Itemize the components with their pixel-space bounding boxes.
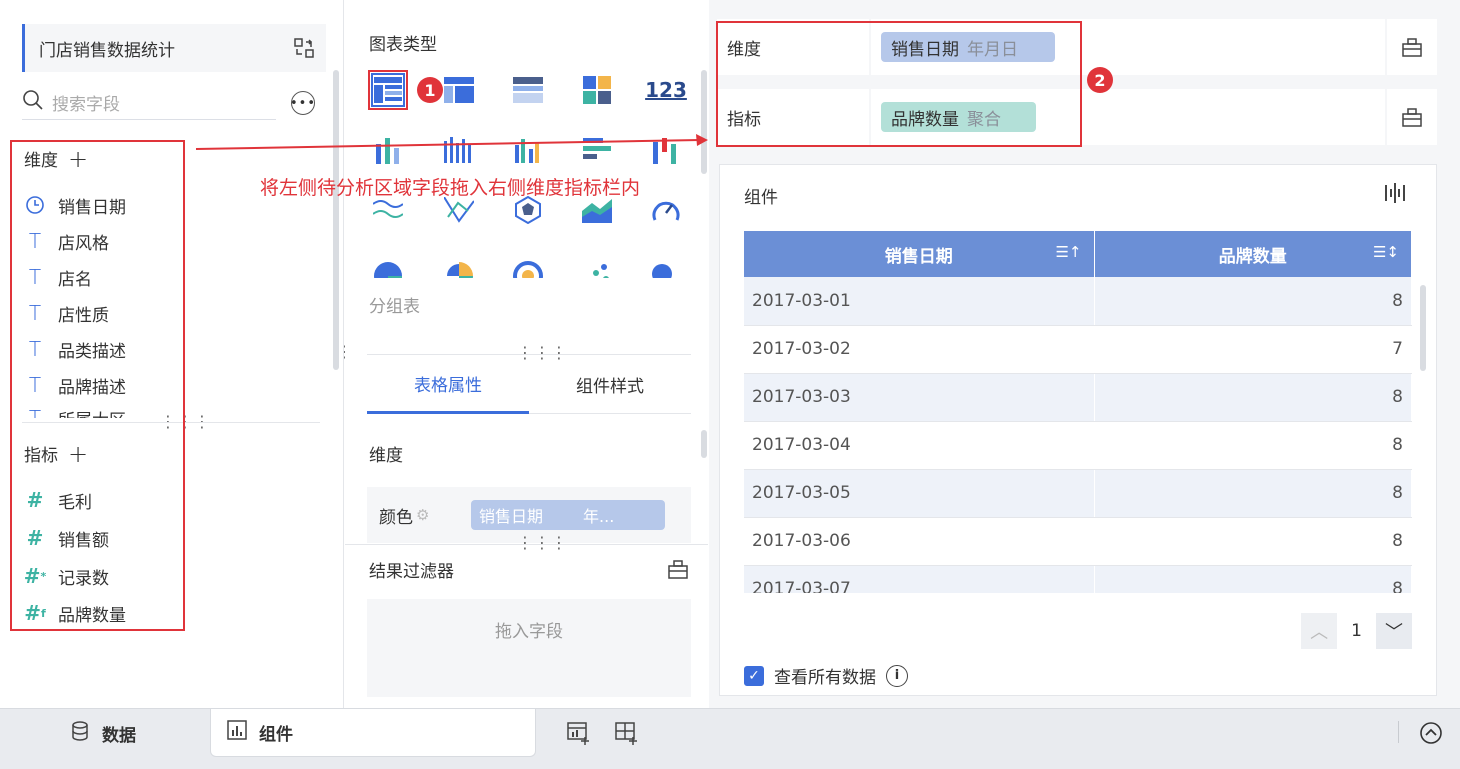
next-page-button[interactable]: ﹀ [1376, 613, 1412, 649]
prev-page-button[interactable]: ︿ [1301, 613, 1338, 649]
selected-chart-type-label: 分组表 [369, 297, 420, 317]
chart-icon-row-clipped [345, 250, 708, 278]
table-row: 2017-03-06 8 [744, 517, 1412, 566]
data-table: 销售日期 ☰↑ 品牌数量 ☰↕ 2017-03-01 8 2017-03-02 7 … [744, 231, 1412, 593]
detail-table-chart-icon[interactable] [508, 70, 548, 110]
measure-row-config-icon[interactable] [1385, 89, 1437, 145]
database-icon [70, 720, 90, 746]
view-all-label: 查看所有数据 [774, 668, 876, 688]
sort-asc-icon[interactable]: ☰↑ [1055, 243, 1081, 261]
table-cell: 2017-03-07 [744, 565, 1095, 593]
filter-config-icon[interactable] [668, 559, 688, 584]
table-viewport: 销售日期 ☰↑ 品牌数量 ☰↕ 2017-03-01 8 2017-03-02 7 … [720, 165, 1438, 593]
dimension-row-config-icon[interactable] [1385, 19, 1437, 75]
dimension-property-label: 维度 [369, 446, 403, 466]
add-dashboard-icon[interactable] [615, 721, 639, 750]
table-cell: 7 [1094, 325, 1412, 374]
color-field-name: 销售日期 [479, 507, 544, 526]
field-panel: 门店销售数据统计 搜索字段 ••• 维度 + 销售日期 T 店风格 T 店名 T… [0, 0, 344, 708]
table-row: 2017-03-02 7 [744, 325, 1412, 374]
view-all-checkbox[interactable]: ✓ [744, 665, 764, 686]
table-row: 2017-03-04 8 [744, 421, 1412, 470]
table-cell: 8 [1094, 469, 1412, 518]
settings-icon[interactable]: ⚙ [416, 506, 429, 524]
filter-drop-placeholder: 拖入字段 [495, 622, 563, 642]
collapse-up-icon[interactable] [1419, 721, 1443, 750]
annotation-badge-2: 2 [1087, 67, 1113, 93]
tab-data[interactable]: 数据 [70, 709, 136, 757]
scatter-chart-icon[interactable] [577, 256, 617, 278]
component-preview: 组件 销售日期 ☰↑ 品牌数量 ☰↕ 2017-03-01 8 2017-03-… [719, 164, 1437, 696]
table-row: 2017-03-01 8 [744, 277, 1412, 326]
sort-icon[interactable]: ☰↕ [1373, 243, 1399, 261]
color-label: 颜色 [379, 507, 413, 528]
bubble-chart-icon[interactable] [646, 256, 686, 278]
property-scrollbar[interactable] [701, 430, 707, 458]
chart-config-panel: 图表类型 123 分组表 ⋮⋮⋮ 表格属性 组件样式 维度 颜色 ⚙ 销售日期 … [345, 0, 708, 708]
property-tabs: 表格属性 组件样式 [367, 354, 691, 414]
table-cell: 2017-03-06 [744, 517, 1095, 566]
annotation-box-fields [10, 140, 185, 631]
table-cell: 2017-03-05 [744, 469, 1095, 518]
table-cell: 8 [1094, 277, 1412, 326]
color-field-sub: 年... [583, 507, 615, 526]
column-header-brand-count[interactable]: 品牌数量 ☰↕ [1094, 231, 1412, 277]
number-chart-icon[interactable]: 123 [645, 70, 687, 110]
filter-drop-zone[interactable]: 拖入字段 [367, 599, 691, 697]
table-cell: 8 [1094, 517, 1412, 566]
annotation-arrow-icon [195, 134, 708, 150]
table-row: 2017-03-05 8 [744, 469, 1412, 518]
tab-component[interactable]: 组件 [210, 709, 536, 757]
table-row: 2017-03-07 8 [744, 565, 1412, 593]
kpi-card-chart-icon[interactable] [577, 70, 617, 110]
annotation-box-drop-rows [716, 21, 1082, 147]
table-cell: 2017-03-03 [744, 373, 1095, 422]
table-row: 2017-03-03 8 [744, 373, 1412, 422]
table-cell: 2017-03-02 [744, 325, 1095, 374]
table-cell: 2017-03-01 [744, 277, 1095, 326]
result-filter-section: 结果过滤器 拖入字段 [345, 544, 708, 708]
table-cell: 2017-03-04 [744, 421, 1095, 470]
tab-data-label: 数据 [102, 725, 136, 746]
pie-chart-icon[interactable] [368, 256, 408, 278]
view-all-row: ✓ 查看所有数据 i [744, 663, 908, 688]
cross-table-chart-icon[interactable] [439, 70, 479, 110]
gauge-chart-icon[interactable] [646, 190, 686, 230]
annotation-badge-1: 1 [417, 77, 443, 103]
tab-table-properties[interactable]: 表格属性 [367, 355, 529, 414]
component-editor: 维度 销售日期 年月日 指标 品牌数量 聚合 组件 销售日期 ☰↑ 品牌数量 ☰… [709, 0, 1460, 708]
color-field-pill[interactable]: 销售日期 年... [471, 500, 665, 530]
multilayer-pie-chart-icon[interactable] [508, 256, 548, 278]
rose-chart-icon[interactable] [439, 256, 479, 278]
add-table-icon[interactable] [567, 721, 591, 750]
table-cell: 8 [1094, 421, 1412, 470]
bar-chart-icon [227, 720, 247, 745]
pagination: ︿ 1 ﹀ [1301, 613, 1412, 649]
tab-component-style[interactable]: 组件样式 [529, 355, 691, 414]
column-header-date[interactable]: 销售日期 ☰↑ [744, 231, 1095, 277]
tab-component-label: 组件 [259, 725, 293, 745]
group-table-chart-icon[interactable] [368, 70, 408, 110]
column-header-label: 品牌数量 [1218, 246, 1287, 267]
page-number: 1 [1351, 621, 1362, 641]
table-cell: 8 [1094, 373, 1412, 422]
table-scrollbar[interactable] [1420, 285, 1426, 371]
scrollbar[interactable] [333, 70, 339, 370]
column-header-label: 销售日期 [884, 246, 953, 267]
bottom-divider [1398, 721, 1399, 743]
annotation-instruction: 将左侧待分析区域字段拖入右侧维度指标栏内 [260, 177, 641, 199]
table-cell: 8 [1094, 565, 1412, 593]
result-filter-title: 结果过滤器 [369, 562, 454, 582]
table-header-row: 销售日期 ☰↑ 品牌数量 ☰↕ [744, 231, 1412, 277]
bottom-tab-bar: 数据 组件 [0, 708, 1460, 769]
chart-type-title: 图表类型 [369, 35, 437, 55]
info-icon[interactable]: i [886, 664, 908, 687]
